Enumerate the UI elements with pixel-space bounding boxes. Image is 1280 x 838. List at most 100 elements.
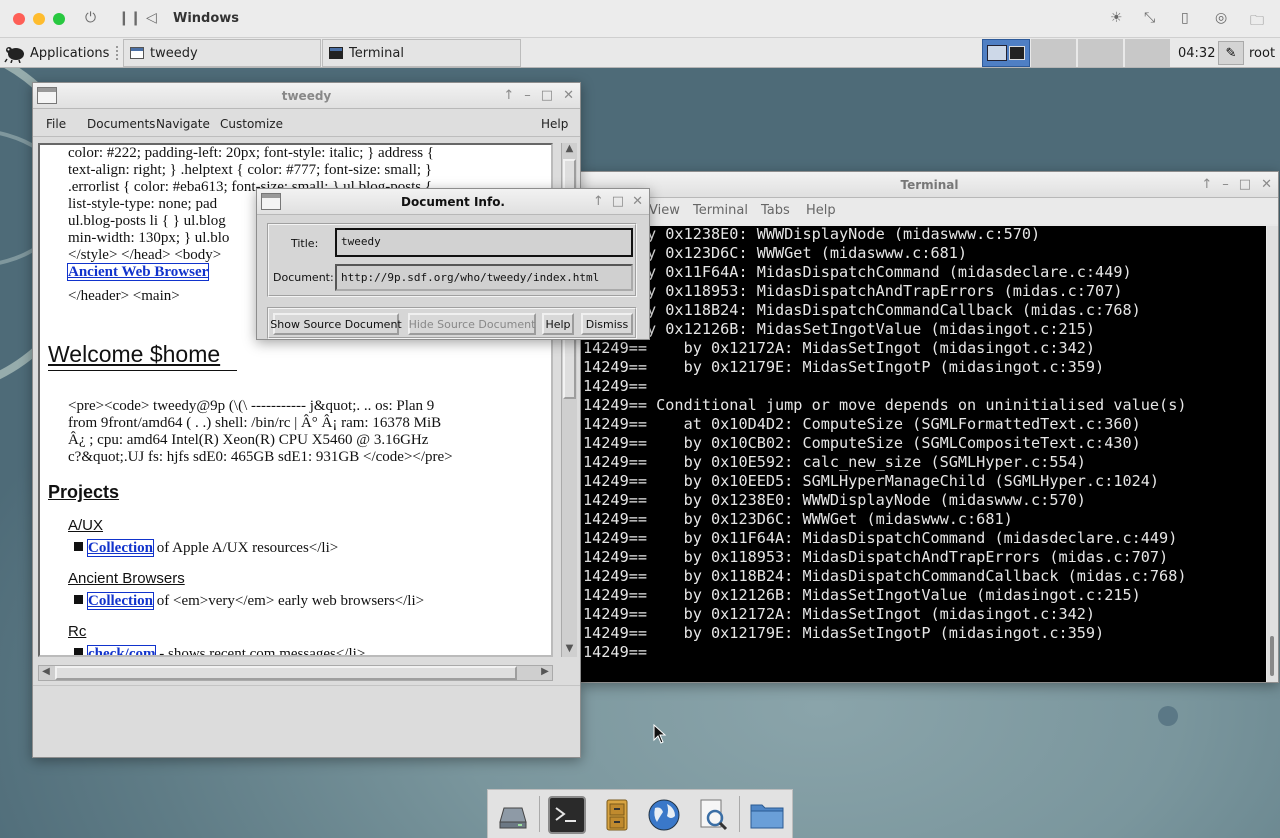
horizontal-scrollbar[interactable]: ◀ ▶ bbox=[38, 665, 553, 681]
mouse-pointer-icon bbox=[653, 724, 667, 744]
workspace-3[interactable] bbox=[1077, 39, 1123, 67]
terminal-line: 14249== by 0x1238E0: WWWDisplayNode (mid… bbox=[583, 491, 1086, 509]
top-panel: Applications tweedy Terminal 04:32 ✎ roo… bbox=[0, 38, 1280, 68]
project-desc: of <em>very</em> early web browsers</li> bbox=[153, 593, 425, 609]
menu-customize[interactable]: Customize bbox=[220, 117, 283, 131]
close-icon[interactable]: ✕ bbox=[563, 83, 574, 109]
panel-separator bbox=[116, 46, 120, 60]
clock[interactable]: 04:32 bbox=[1178, 39, 1215, 67]
document-info-dialog[interactable]: Document Info. ↑ □ ✕ Title: tweedy Docum… bbox=[256, 188, 650, 340]
workspace-4[interactable] bbox=[1124, 39, 1170, 67]
maximize-icon[interactable]: □ bbox=[1239, 172, 1251, 198]
source-text-line: color: #222; padding-left: 20px; font-st… bbox=[68, 145, 434, 161]
document-label: Document: bbox=[273, 271, 334, 284]
taskbar-item-tweedy[interactable]: tweedy bbox=[123, 39, 321, 67]
folder-icon[interactable] bbox=[748, 796, 786, 834]
menu-tabs[interactable]: Tabs bbox=[761, 203, 790, 218]
project-name: Rc bbox=[68, 623, 87, 640]
show-source-button[interactable]: Show Source Document bbox=[270, 313, 402, 335]
pause-icon[interactable]: ❙❙ bbox=[118, 10, 141, 26]
terminal-window[interactable]: Terminal ↑ – □ ✕ View Terminal Tabs Help… bbox=[580, 171, 1279, 683]
minimize-icon[interactable]: – bbox=[524, 83, 531, 109]
terminal-title-bar[interactable]: Terminal ↑ – □ ✕ bbox=[581, 172, 1278, 198]
menu-documents[interactable]: Documents bbox=[87, 117, 155, 131]
menu-help[interactable]: Help bbox=[806, 203, 836, 218]
wallpaper-dot bbox=[1158, 706, 1178, 726]
dock-separator bbox=[739, 796, 740, 832]
terminal-line: 14249== bbox=[583, 643, 648, 661]
folder-icon[interactable]: 🗀 bbox=[1250, 10, 1264, 34]
window-menu-icon[interactable] bbox=[261, 193, 281, 210]
close-traffic-light[interactable] bbox=[13, 13, 25, 25]
taskbar-item-terminal[interactable]: Terminal bbox=[322, 39, 521, 67]
terminal-scrollbar[interactable] bbox=[1267, 226, 1278, 682]
workspace-window-thumb bbox=[987, 45, 1007, 61]
resize-icon[interactable]: ⤡ bbox=[1144, 10, 1155, 26]
terminal-icon[interactable] bbox=[548, 796, 586, 834]
menu-help[interactable]: Help bbox=[541, 117, 568, 131]
title-field[interactable]: tweedy bbox=[335, 228, 633, 257]
bullet bbox=[74, 648, 83, 655]
globe-icon[interactable] bbox=[645, 796, 683, 834]
close-icon[interactable]: ✕ bbox=[1261, 172, 1272, 198]
workspace-2[interactable] bbox=[1030, 39, 1076, 67]
terminal-line: 14249== by 0x118953: MidasDispatchAndTra… bbox=[583, 548, 1169, 566]
dialog-window-controls: ↑ □ ✕ bbox=[593, 189, 643, 215]
logout-icon[interactable]: ✎ bbox=[1218, 41, 1244, 65]
raise-icon[interactable]: ↑ bbox=[593, 189, 604, 215]
scroll-up-icon[interactable]: ▲ bbox=[563, 143, 576, 157]
tweedy-title-bar[interactable]: tweedy ↑ – □ ✕ bbox=[33, 83, 580, 109]
workspace-1[interactable] bbox=[982, 39, 1030, 67]
minimize-traffic-light[interactable] bbox=[33, 13, 45, 25]
file-cabinet-icon[interactable] bbox=[598, 796, 636, 834]
document-url-field[interactable]: http://9p.sdf.org/who/tweedy/index.html bbox=[335, 264, 633, 291]
collection-link[interactable]: Collection bbox=[87, 539, 154, 557]
menu-navigate[interactable]: Navigate bbox=[156, 117, 210, 131]
menu-terminal[interactable]: Terminal bbox=[693, 203, 748, 218]
terminal-line: == by 0x1238E0: WWWDisplayNode (midaswww… bbox=[583, 226, 1041, 243]
pre-text-line: c?&quot;.UJ fs: hjfs sdE0: 465GB sdE1: 9… bbox=[68, 449, 453, 465]
tweedy-window-controls: ↑ – □ ✕ bbox=[503, 83, 574, 109]
check-com-link[interactable]: check/com bbox=[86, 645, 157, 655]
raise-icon[interactable]: ↑ bbox=[503, 83, 514, 109]
power-icon[interactable]: ⏻ bbox=[85, 10, 96, 26]
dismiss-button[interactable]: Dismiss bbox=[581, 313, 633, 335]
back-icon[interactable]: ◁ bbox=[146, 10, 157, 26]
terminal-output[interactable]: == by 0x1238E0: WWWDisplayNode (midaswww… bbox=[581, 226, 1266, 682]
terminal-line: 14249== by 0x12179E: MidasSetIngotP (mid… bbox=[583, 358, 1105, 376]
menu-view[interactable]: View bbox=[649, 203, 680, 218]
collection-link[interactable]: Collection bbox=[87, 592, 154, 610]
terminal-line: 14249== by 0x12126B: MidasSetIngotValue … bbox=[583, 586, 1141, 604]
terminal-scroll-thumb[interactable] bbox=[1270, 636, 1274, 676]
document-info-title-bar[interactable]: Document Info. ↑ □ ✕ bbox=[257, 189, 649, 215]
scroll-right-icon[interactable]: ▶ bbox=[538, 666, 552, 680]
drive-icon[interactable] bbox=[494, 796, 532, 834]
applications-menu-button[interactable]: Applications bbox=[4, 39, 109, 67]
horizontal-scroll-thumb[interactable] bbox=[55, 666, 517, 680]
raise-icon[interactable]: ↑ bbox=[1201, 172, 1212, 198]
user-name[interactable]: root bbox=[1249, 39, 1275, 67]
scroll-down-icon[interactable]: ▼ bbox=[563, 643, 576, 657]
window-icon bbox=[130, 47, 144, 59]
scroll-left-icon[interactable]: ◀ bbox=[39, 666, 53, 680]
taskbar-item-label: Terminal bbox=[349, 45, 404, 61]
minimize-icon[interactable]: – bbox=[1222, 172, 1229, 198]
hide-source-button[interactable]: Hide Source Document bbox=[408, 313, 536, 335]
search-document-icon[interactable] bbox=[694, 796, 732, 834]
tweedy-window[interactable]: tweedy ↑ – □ ✕ File Documents Navigate C… bbox=[32, 82, 581, 758]
bullet bbox=[74, 542, 83, 551]
maximize-icon[interactable]: □ bbox=[612, 189, 624, 215]
display-icon[interactable]: ◎ bbox=[1215, 10, 1227, 26]
brightness-icon[interactable]: ☀ bbox=[1110, 10, 1123, 26]
projects-heading: Projects bbox=[48, 482, 120, 502]
ancient-web-browser-link[interactable]: Ancient Web Browser bbox=[66, 263, 210, 281]
window-menu-icon[interactable] bbox=[37, 87, 57, 104]
usb-icon[interactable]: ▯ bbox=[1181, 10, 1189, 26]
close-icon[interactable]: ✕ bbox=[632, 189, 643, 215]
dock-separator bbox=[539, 796, 540, 832]
help-button[interactable]: Help bbox=[542, 313, 574, 335]
menu-file[interactable]: File bbox=[46, 117, 66, 131]
project-desc: - shows recent com messages</li> bbox=[155, 646, 366, 657]
zoom-traffic-light[interactable] bbox=[53, 13, 65, 25]
maximize-icon[interactable]: □ bbox=[541, 83, 553, 109]
